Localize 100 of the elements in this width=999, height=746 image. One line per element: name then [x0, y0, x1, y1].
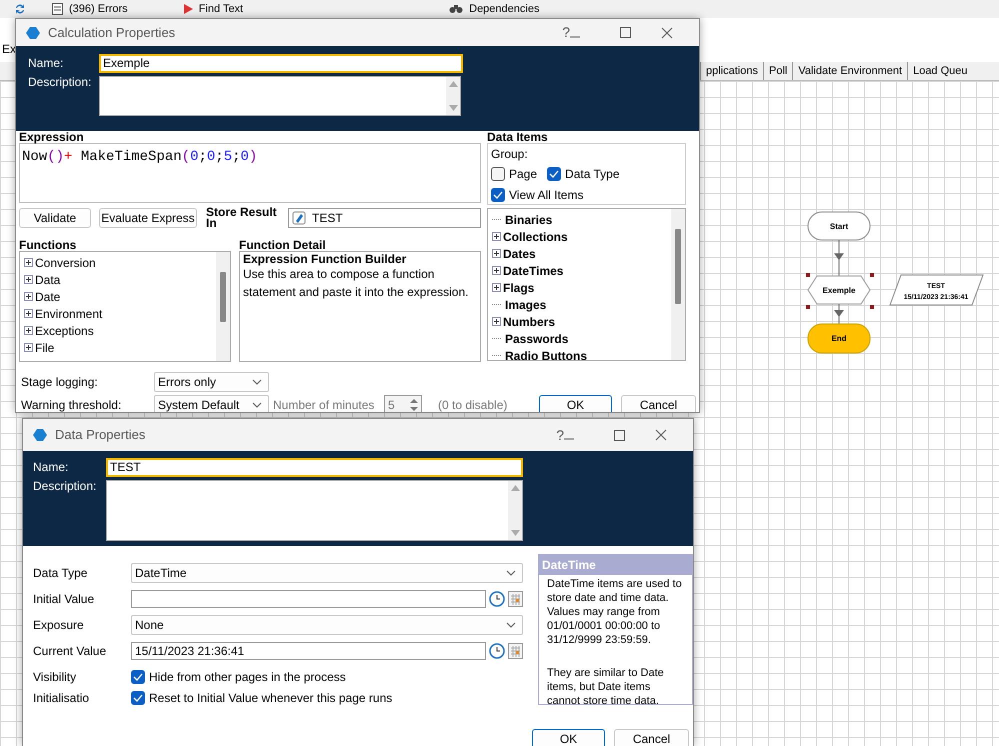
name-field[interactable]: Exemple: [99, 54, 463, 73]
selection-handle[interactable]: [806, 273, 810, 277]
field-label: Name:: [33, 459, 70, 476]
tree-item[interactable]: Data: [35, 270, 60, 288]
document-icon[interactable]: [52, 3, 63, 15]
tree-item[interactable]: DateTimes: [503, 262, 564, 280]
plus-box-icon[interactable]: [24, 258, 33, 267]
cancel-button[interactable]: Cancel: [621, 395, 696, 412]
field-label: Stage logging:: [20, 374, 99, 391]
tree-item[interactable]: Passwords: [505, 330, 568, 348]
section-label: Data Items: [487, 131, 549, 143]
tree-item[interactable]: File: [35, 338, 54, 356]
tab[interactable]: Validate Environment: [792, 62, 908, 80]
hint-text: (0 to disable): [438, 397, 508, 412]
app-icon: [33, 428, 47, 442]
selection-handle[interactable]: [806, 305, 810, 309]
play-icon[interactable]: [184, 4, 193, 14]
plus-box-icon[interactable]: [24, 292, 33, 301]
group-label: Group:: [491, 146, 529, 163]
check-icon: [133, 694, 143, 702]
ok-button[interactable]: OK: [539, 395, 612, 412]
tree-item[interactable]: Exceptions: [35, 322, 94, 340]
toolbar-button[interactable]: Dependencies: [469, 3, 540, 15]
clock-icon[interactable]: [489, 591, 505, 607]
plus-box-icon[interactable]: [492, 266, 501, 275]
plus-box-icon[interactable]: [24, 275, 33, 284]
checkbox-label[interactable]: Data Type: [565, 165, 620, 183]
plus-box-icon[interactable]: [492, 232, 501, 241]
tree-item[interactable]: Flags: [503, 278, 534, 296]
validate-button[interactable]: Validate: [19, 208, 91, 228]
checkbox-label[interactable]: Hide from other pages in the process: [149, 668, 346, 686]
check-icon: [493, 191, 503, 199]
ok-button[interactable]: OK: [532, 729, 605, 746]
tree-item[interactable]: Conversion: [35, 254, 96, 272]
scrollbar-thumb[interactable]: [220, 272, 226, 322]
field-label: Warning threshold:: [20, 397, 122, 412]
tree-item[interactable]: Environment: [35, 304, 102, 322]
field-label: Initialisatio: [33, 690, 90, 707]
date-field[interactable]: [131, 590, 486, 608]
tree-item[interactable]: Images: [505, 296, 546, 314]
checkbox[interactable]: [491, 167, 505, 181]
field-label: Name:: [28, 55, 64, 72]
scrollbar-thumb[interactable]: [675, 229, 681, 304]
checkbox-label[interactable]: View All Items: [509, 186, 584, 204]
checkbox[interactable]: [491, 188, 505, 202]
node-label: End: [831, 334, 847, 343]
plus-box-icon[interactable]: [492, 317, 501, 326]
refresh-icon[interactable]: [14, 3, 26, 15]
checkbox[interactable]: [547, 167, 562, 181]
checkbox-label[interactable]: Reset to Initial Value whenever this page runs: [149, 689, 392, 707]
toolbar-button[interactable]: (396) Errors: [69, 3, 128, 15]
plus-box-icon[interactable]: [492, 283, 501, 292]
expression-editor[interactable]: Now()+ MakeTimeSpan(0;0;5;0): [19, 143, 481, 203]
date-field[interactable]: 15/11/2023 21:36:41: [131, 642, 486, 660]
check-icon: [549, 170, 560, 178]
plus-box-icon[interactable]: [24, 326, 33, 335]
name-field[interactable]: TEST: [106, 458, 523, 477]
checkbox[interactable]: [131, 691, 145, 705]
info-title: DateTime: [539, 555, 692, 575]
dropdown[interactable]: Errors only: [154, 372, 269, 392]
checkbox-label[interactable]: Page: [509, 165, 538, 183]
maximize-icon[interactable]: [614, 430, 625, 440]
maximize-icon[interactable]: [620, 27, 631, 38]
selection-handle[interactable]: [870, 305, 874, 309]
checkbox[interactable]: [131, 670, 145, 684]
dropdown[interactable]: DateTime: [131, 563, 523, 583]
close-icon[interactable]: [655, 429, 667, 441]
help-button[interactable]: ?: [562, 22, 570, 43]
plus-box-icon[interactable]: [492, 249, 501, 258]
tab-label[interactable]: Ex: [2, 42, 16, 56]
data-node[interactable]: [889, 274, 984, 306]
selection-handle[interactable]: [870, 273, 874, 277]
cancel-button[interactable]: Cancel: [614, 729, 689, 746]
app-icon: [26, 26, 40, 40]
binoculars-icon[interactable]: [449, 4, 464, 14]
help-button[interactable]: ?: [556, 424, 564, 446]
tree-item[interactable]: Dates: [503, 244, 536, 262]
calculation-node[interactable]: [807, 276, 871, 304]
store-result-field[interactable]: TEST: [288, 208, 481, 228]
chevron-down-icon: [506, 570, 516, 576]
toolbar-button[interactable]: Find Text: [198, 3, 244, 15]
start-node[interactable]: [808, 212, 870, 240]
tab[interactable]: Poll: [762, 62, 792, 80]
tree-item[interactable]: Radio Buttons: [505, 346, 587, 360]
tab[interactable]: Load Queu: [907, 62, 973, 80]
dropdown[interactable]: None: [131, 615, 523, 635]
detail-title: Expression Function Builder: [243, 253, 408, 265]
field-label: Data Type: [33, 565, 88, 582]
tree-item[interactable]: Date: [35, 288, 60, 306]
tree-item[interactable]: Numbers: [503, 312, 556, 330]
info-text: DateTime items are used to store date and time data. Values may range from 01/01/0001 00:00:00 to 31/12/9999 23:59:59.: [546, 577, 683, 648]
tree-item[interactable]: Collections: [503, 228, 568, 246]
plus-box-icon[interactable]: [24, 309, 33, 318]
tree-item[interactable]: Binaries: [505, 210, 552, 228]
end-node[interactable]: [808, 324, 870, 354]
evaluate-button[interactable]: Evaluate Express: [99, 208, 197, 228]
plus-box-icon[interactable]: [24, 343, 33, 352]
clock-icon[interactable]: [489, 643, 505, 659]
connector-arrow: [834, 304, 844, 324]
close-icon[interactable]: [661, 26, 673, 38]
